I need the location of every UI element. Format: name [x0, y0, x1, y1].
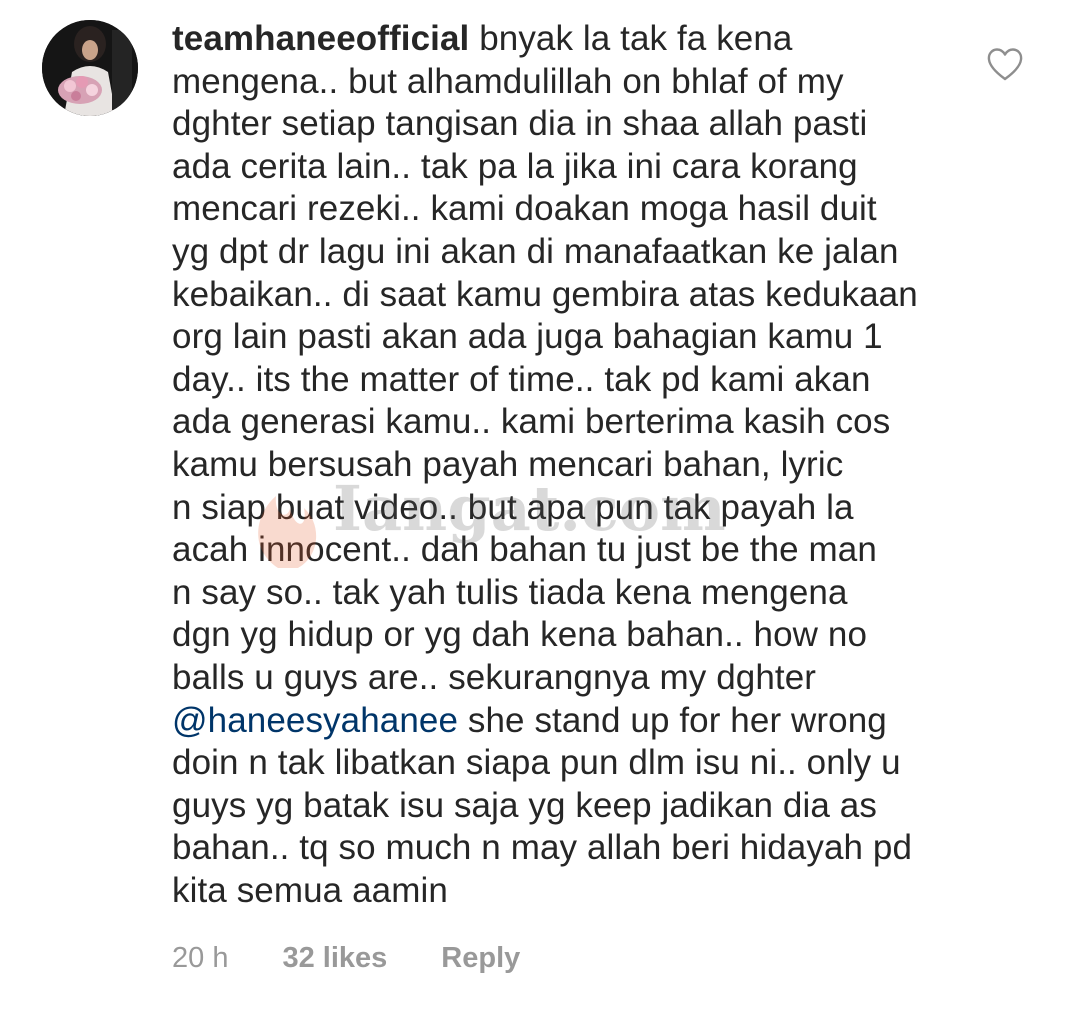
comment-text-line: balls u guys are.. sekurangnya my dghter	[172, 657, 972, 700]
comment-text-segment: bnyak la tak fa kena	[479, 19, 793, 58]
comment-text-line: n say so.. tak yah tulis tiada kena meng…	[172, 572, 972, 615]
comment-item: teamhaneeofficial bnyak la tak fa kena me…	[0, 0, 1077, 1019]
comment-text-line: guys yg batak isu saja yg keep jadikan d…	[172, 785, 972, 828]
comment-text-segment: mengena.. but alhamdulillah on bhlaf of …	[172, 61, 844, 101]
comment-text-line: org lain pasti akan ada juga bahagian ka…	[172, 316, 972, 359]
comment-text-line: kebaikan.. di saat kamu gembira atas ked…	[172, 274, 972, 317]
comment-text-line: ada cerita lain.. tak pa la jika ini car…	[172, 146, 972, 189]
comment-text: teamhaneeofficial bnyak la tak fa kena me…	[172, 18, 972, 912]
heart-outline-icon	[987, 48, 1023, 81]
comment-text-segment: acah innocent.. dah bahan tu just be the…	[172, 530, 877, 570]
comment-text-line: doin n tak libatkan siapa pun dlm isu ni…	[172, 742, 972, 785]
comment-text-line: day.. its the matter of time.. tak pd ka…	[172, 359, 972, 402]
comment-text-segment: day.. its the matter of time.. tak pd ka…	[172, 359, 871, 399]
comment-text-segment: org lain pasti akan ada juga bahagian ka…	[172, 317, 883, 357]
comment-text-segment: n say so.. tak yah tulis tiada kena meng…	[172, 572, 848, 612]
comment-text-segment: kamu bersusah payah mencari bahan, lyric	[172, 444, 844, 484]
comment-text-segment: dgn yg hidup or yg dah kena bahan.. how …	[172, 615, 868, 655]
comment-text-line: n siap buat video.. but apa pun tak paya…	[172, 487, 972, 530]
comment-text-segment: she stand up for her wrong	[458, 700, 887, 740]
comment-text-segment: kita semua aamin	[172, 870, 448, 910]
comment-text-line: kamu bersusah payah mencari bahan, lyric	[172, 444, 972, 487]
like-button[interactable]	[986, 46, 1024, 82]
comment-text-line: kita semua aamin	[172, 870, 972, 913]
comment-text-line: dgn yg hidup or yg dah kena bahan.. how …	[172, 614, 972, 657]
comment-text-segment: bahan.. tq so much n may allah beri hida…	[172, 828, 913, 868]
comment-username[interactable]: teamhaneeofficial	[172, 19, 469, 58]
comment-like-count[interactable]: 32 likes	[282, 942, 387, 975]
comment-text-segment: kebaikan.. di saat kamu gembira atas ked…	[172, 274, 918, 314]
mention-link[interactable]: @haneesyahanee	[172, 701, 458, 740]
avatar[interactable]	[42, 20, 138, 116]
comment-text-line: mengena.. but alhamdulillah on bhlaf of …	[172, 61, 972, 104]
comment-text-line: ada generasi kamu.. kami berterima kasih…	[172, 401, 972, 444]
comment-text-segment: guys yg batak isu saja yg keep jadikan d…	[172, 785, 877, 825]
comment-text-line: bahan.. tq so much n may allah beri hida…	[172, 827, 972, 870]
comment-text-segment: n siap buat video.. but apa pun tak paya…	[172, 487, 854, 527]
reply-button[interactable]: Reply	[441, 942, 520, 975]
comment-text-segment: doin n tak libatkan siapa pun dlm isu ni…	[172, 743, 901, 783]
comment-text-line: teamhaneeofficial bnyak la tak fa kena	[172, 18, 972, 61]
comment-text-segment: ada cerita lain.. tak pa la jika ini car…	[172, 146, 858, 186]
comment-meta: 20 h 32 likes Reply	[172, 936, 520, 980]
comment-text-segment: ada generasi kamu.. kami berterima kasih…	[172, 402, 891, 442]
comment-text-segment: dghter setiap tangisan dia in shaa allah…	[172, 104, 868, 144]
comment-text-line: mencari rezeki.. kami doakan moga hasil …	[172, 188, 972, 231]
comment-text-segment: balls u guys are.. sekurangnya my dghter	[172, 657, 817, 697]
comment-text-segment: mencari rezeki.. kami doakan moga hasil …	[172, 189, 877, 229]
avatar-photo	[42, 20, 138, 116]
comment-text-line: dghter setiap tangisan dia in shaa allah…	[172, 103, 972, 146]
comment-text-segment: yg dpt dr lagu ini akan di manafaatkan k…	[172, 231, 899, 271]
comment-text-line: @haneesyahanee she stand up for her wron…	[172, 700, 972, 743]
comment-text-line: yg dpt dr lagu ini akan di manafaatkan k…	[172, 231, 972, 274]
comment-timestamp: 20 h	[172, 941, 229, 974]
comment-text-line: acah innocent.. dah bahan tu just be the…	[172, 529, 972, 572]
